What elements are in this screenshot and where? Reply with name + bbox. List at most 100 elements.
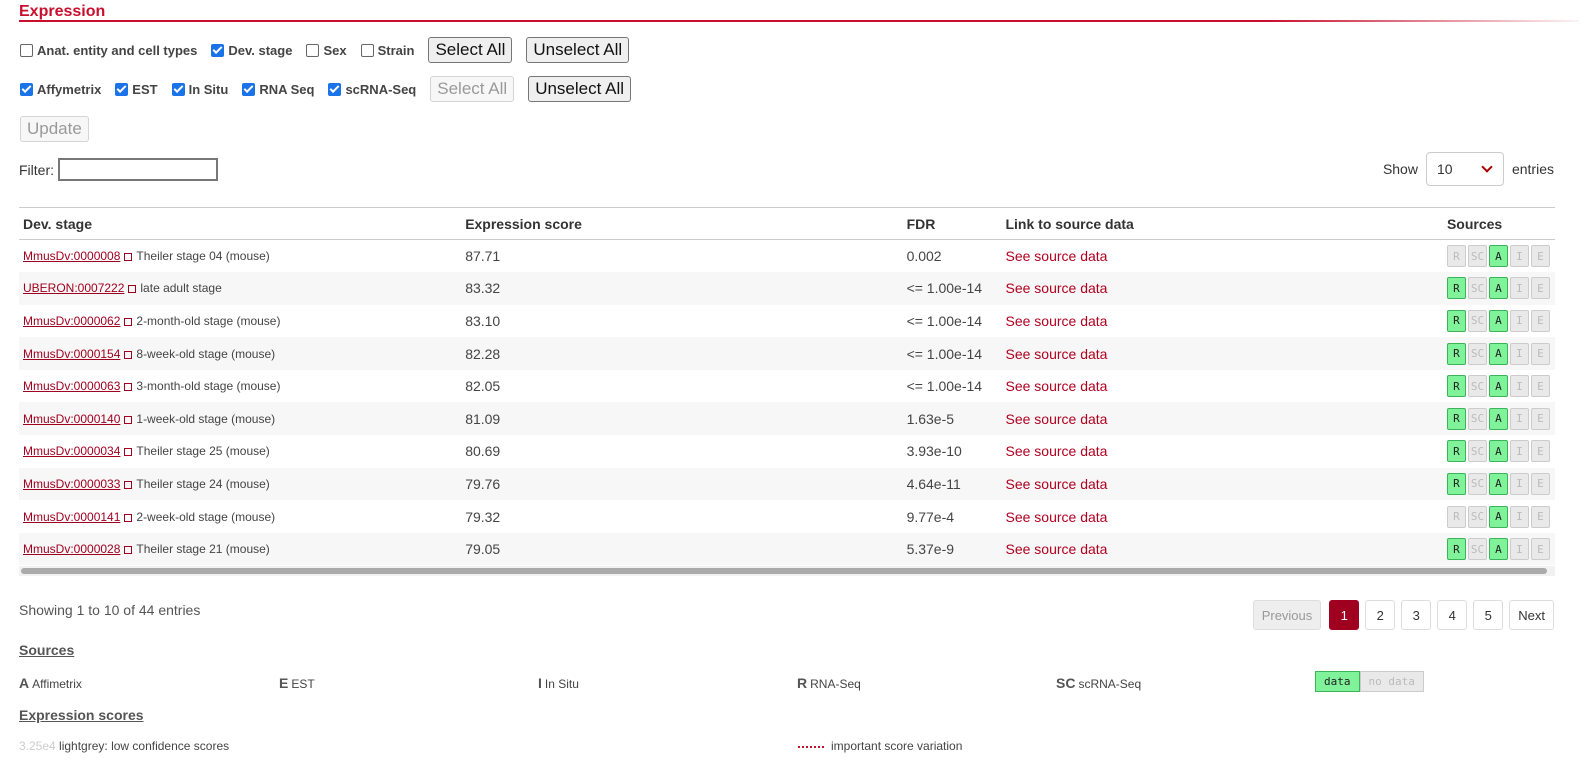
condition-unselect-all-button[interactable]: Unselect All: [526, 37, 630, 63]
dev-stage-id-link[interactable]: MmusDv:0000141: [23, 510, 120, 524]
filter-input[interactable]: [58, 158, 218, 181]
source-badge[interactable]: A: [1488, 538, 1508, 561]
header-source-link[interactable]: Link to source data: [1001, 207, 1443, 240]
horizontal-scrollbar[interactable]: [19, 566, 1555, 576]
expression-table-container: Dev. stage Expression score FDR Link to …: [19, 207, 1555, 566]
external-link-icon[interactable]: [124, 350, 133, 359]
header-expression-score[interactable]: Expression score: [461, 207, 903, 240]
see-source-data-link[interactable]: See source data: [1005, 313, 1107, 329]
external-link-icon[interactable]: [128, 285, 137, 294]
update-button[interactable]: Update: [20, 116, 89, 142]
source-badge[interactable]: R: [1446, 440, 1466, 463]
external-link-icon[interactable]: [124, 480, 133, 489]
external-link-icon[interactable]: [124, 253, 133, 262]
source-badge[interactable]: A: [1488, 277, 1508, 300]
dev-stage-id-link[interactable]: MmusDv:0000028: [23, 542, 120, 556]
page-button[interactable]: 3: [1401, 600, 1432, 630]
source-badge: SC: [1467, 440, 1487, 463]
external-link-icon[interactable]: [124, 383, 133, 392]
checkbox[interactable]: [20, 43, 33, 57]
checkbox[interactable]: [306, 43, 320, 57]
condition-option[interactable]: Strain: [360, 43, 414, 58]
dev-stage-cell: MmusDv:0000140 1-week-old stage (mouse): [19, 402, 461, 435]
checkbox[interactable]: [360, 43, 374, 57]
see-source-data-link[interactable]: See source data: [1005, 280, 1107, 296]
source-badge[interactable]: R: [1446, 472, 1466, 495]
checkbox[interactable]: [20, 82, 33, 96]
condition-option[interactable]: Dev. stage: [211, 43, 292, 58]
source-badge[interactable]: A: [1488, 309, 1508, 332]
source-badge[interactable]: R: [1446, 309, 1466, 332]
condition-select-all-button[interactable]: Select All: [428, 37, 513, 63]
external-link-icon[interactable]: [124, 546, 133, 555]
dev-stage-id-link[interactable]: MmusDv:0000034: [23, 444, 120, 458]
dev-stage-cell: MmusDv:0000008 Theiler stage 04 (mouse): [19, 240, 461, 273]
data-type-select-all-button[interactable]: Select All: [430, 76, 515, 102]
previous-button[interactable]: Previous: [1252, 600, 1322, 630]
condition-option[interactable]: Sex: [306, 43, 347, 58]
source-badge[interactable]: A: [1488, 472, 1508, 495]
checkbox[interactable]: [328, 82, 342, 96]
see-source-data-link[interactable]: See source data: [1005, 248, 1107, 264]
checkbox[interactable]: [171, 82, 185, 96]
data-type-option[interactable]: Affymetrix: [20, 82, 101, 97]
dev-stage-id-link[interactable]: MmusDv:0000033: [23, 477, 120, 491]
expression-score-cell: 79.76: [465, 475, 501, 492]
external-link-icon[interactable]: [124, 513, 133, 522]
source-badge[interactable]: A: [1488, 407, 1508, 430]
header-fdr[interactable]: FDR: [902, 207, 1002, 240]
source-badge[interactable]: A: [1488, 375, 1508, 398]
expression-score-cell: 79.32: [465, 508, 501, 525]
checkbox[interactable]: [242, 82, 256, 96]
dev-stage-name: Theiler stage 24 (mouse): [136, 476, 270, 491]
source-badge[interactable]: A: [1488, 440, 1508, 463]
source-badge[interactable]: R: [1446, 375, 1466, 398]
header-sources[interactable]: Sources: [1442, 207, 1555, 240]
dev-stage-id-link[interactable]: MmusDv:0000062: [23, 314, 120, 328]
page-length-select[interactable]: 10: [1425, 152, 1504, 186]
source-badge[interactable]: R: [1446, 277, 1466, 300]
source-badge[interactable]: A: [1488, 505, 1508, 528]
source-badge[interactable]: A: [1488, 342, 1508, 365]
condition-parameters: Anat. entity and cell types Dev. stage Sex…: [20, 37, 643, 63]
see-source-data-link[interactable]: See source data: [1005, 476, 1107, 492]
header-dev-stage[interactable]: Dev. stage: [19, 207, 462, 240]
source-badge[interactable]: R: [1446, 407, 1466, 430]
checkbox[interactable]: [115, 82, 129, 96]
dev-stage-id-link[interactable]: MmusDv:0000063: [23, 379, 120, 393]
data-type-option[interactable]: EST: [115, 82, 158, 97]
fdr-cell: 4.64e-11: [906, 475, 961, 492]
data-type-option[interactable]: RNA Seq: [242, 82, 314, 97]
data-type-option[interactable]: In Situ: [171, 82, 228, 97]
dev-stage-id-link[interactable]: MmusDv:0000008: [23, 249, 120, 263]
fdr-cell: <= 1.00e-14: [906, 378, 983, 395]
entries-label: entries: [1511, 161, 1554, 177]
dev-stage-id-link[interactable]: UBERON:0007222: [23, 281, 124, 295]
external-link-icon[interactable]: [124, 448, 133, 457]
see-source-data-link[interactable]: See source data: [1005, 411, 1107, 427]
page-button[interactable]: 5: [1473, 600, 1504, 630]
see-source-data-link[interactable]: See source data: [1005, 509, 1107, 525]
dev-stage-id-link[interactable]: MmusDv:0000140: [23, 412, 120, 426]
page-button[interactable]: 2: [1365, 600, 1396, 630]
data-type-unselect-all-button[interactable]: Unselect All: [528, 76, 632, 102]
external-link-icon[interactable]: [124, 317, 133, 326]
scrollbar-thumb[interactable]: [21, 568, 1547, 574]
see-source-data-link[interactable]: See source data: [1005, 346, 1107, 362]
source-badge[interactable]: A: [1488, 245, 1508, 268]
see-source-data-link[interactable]: See source data: [1005, 378, 1107, 394]
see-source-data-link[interactable]: See source data: [1005, 443, 1107, 459]
see-source-data-link[interactable]: See source data: [1005, 541, 1107, 557]
source-badge: I: [1509, 375, 1529, 398]
next-button[interactable]: Next: [1509, 600, 1554, 630]
source-badge[interactable]: R: [1446, 342, 1466, 365]
checkbox[interactable]: [211, 43, 225, 57]
external-link-icon[interactable]: [124, 415, 133, 424]
condition-option[interactable]: Anat. entity and cell types: [20, 43, 197, 58]
data-type-option[interactable]: scRNA-Seq: [328, 82, 416, 97]
page-button[interactable]: 1: [1329, 600, 1360, 630]
source-name: EST: [291, 677, 315, 691]
dev-stage-id-link[interactable]: MmusDv:0000154: [23, 347, 120, 361]
page-button[interactable]: 4: [1437, 600, 1468, 630]
source-badge[interactable]: R: [1446, 538, 1466, 561]
